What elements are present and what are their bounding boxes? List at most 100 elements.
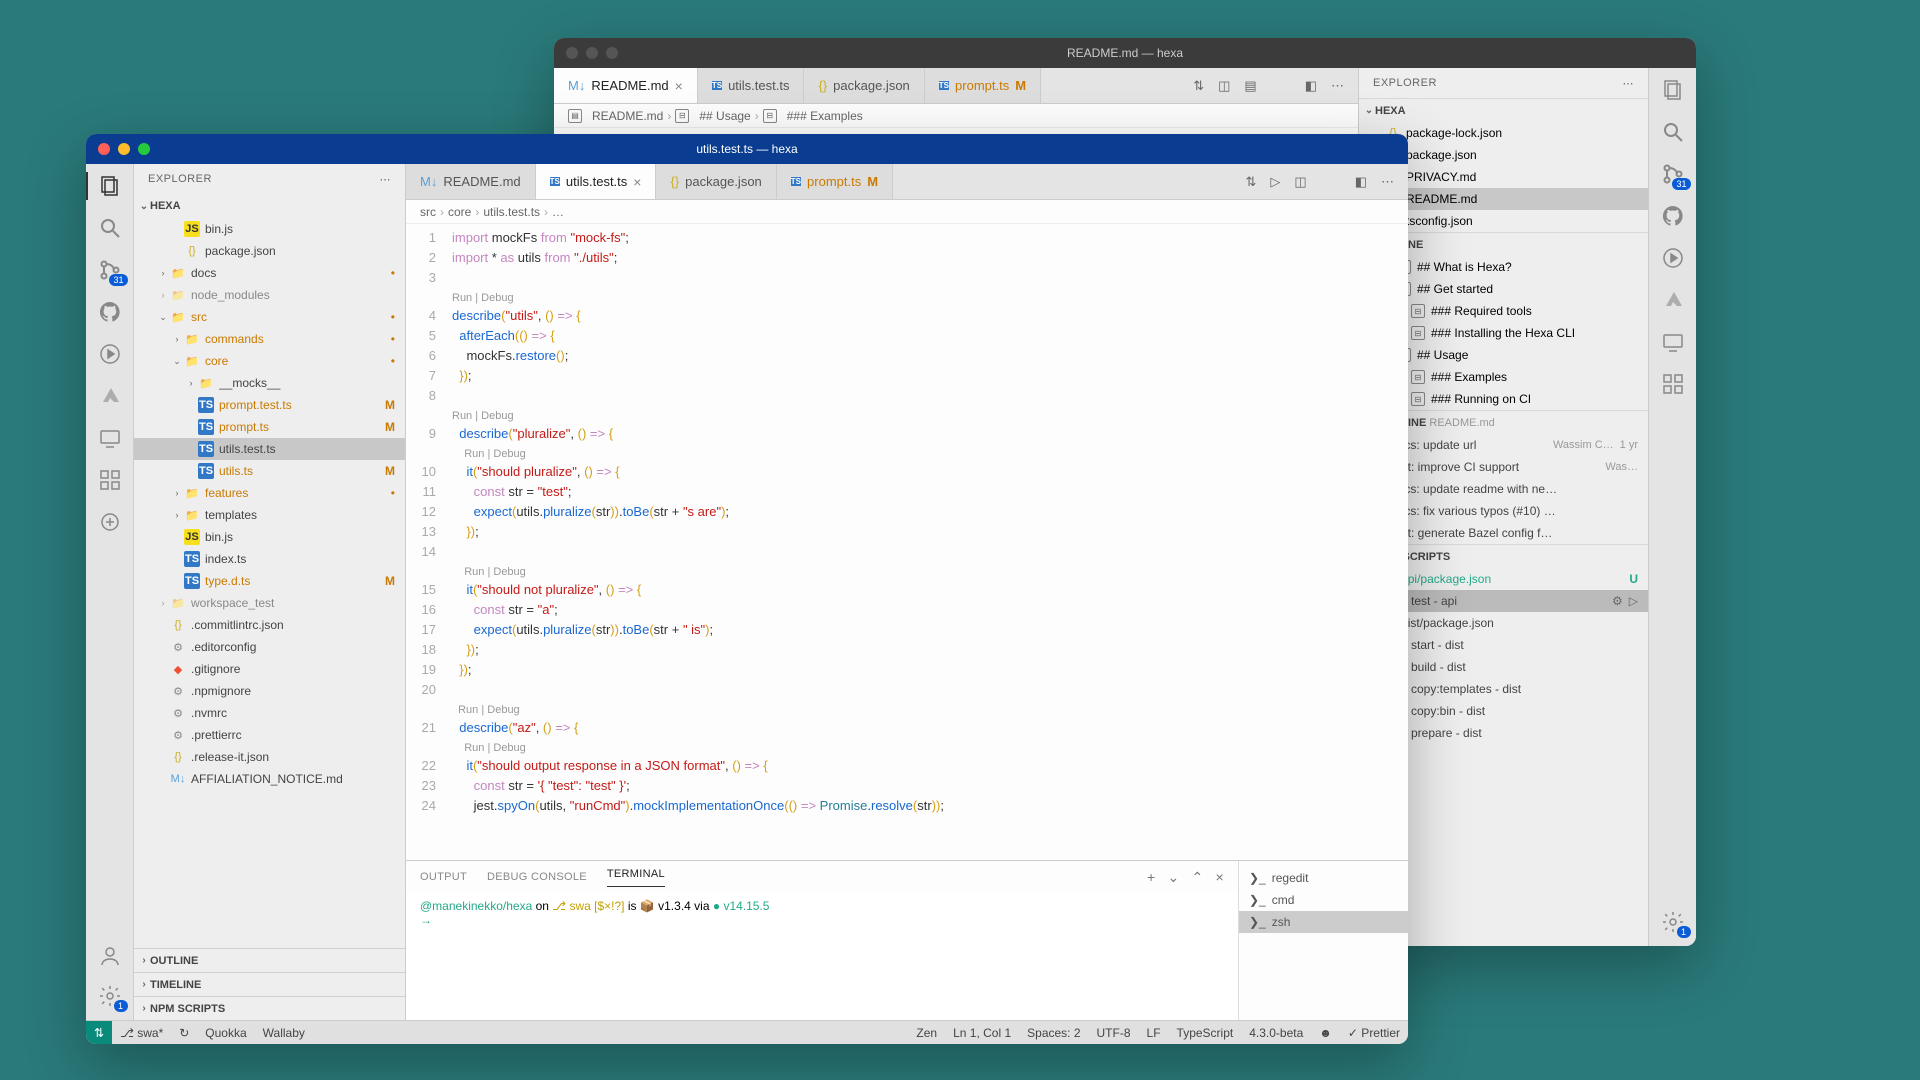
- remote-icon[interactable]: [1661, 330, 1685, 354]
- terminal-cmd[interactable]: ❯_cmd: [1239, 889, 1408, 911]
- code-lens[interactable]: Run | Debug: [452, 444, 1408, 462]
- tab-actions[interactable]: ⇅ ◫ ▤ ◧ ⋯: [1179, 68, 1358, 103]
- debug-icon[interactable]: [98, 342, 122, 366]
- sb-feedback[interactable]: ☻: [1311, 1021, 1340, 1044]
- github-icon[interactable]: [1661, 204, 1685, 228]
- tab-README-md[interactable]: M↓README.md×: [554, 68, 698, 103]
- close-tab-icon[interactable]: ×: [675, 78, 683, 94]
- sb-sync[interactable]: ↻: [171, 1021, 197, 1044]
- tree-item[interactable]: ›📁docs: [134, 262, 405, 284]
- tree-item[interactable]: ⌄📁core: [134, 350, 405, 372]
- code-lens[interactable]: Run | Debug: [452, 738, 1408, 756]
- account-icon[interactable]: [98, 944, 122, 968]
- crumb[interactable]: core: [448, 205, 471, 219]
- maximize-icon[interactable]: ⌃: [1191, 869, 1203, 886]
- tree-item[interactable]: JSbin.js: [134, 526, 405, 548]
- debug-icon[interactable]: [1661, 246, 1685, 270]
- back-breadcrumb[interactable]: ▤README.md›⊟## Usage›⊟### Examples: [554, 104, 1358, 128]
- tab-prompt-ts[interactable]: TSprompt.tsM: [925, 68, 1041, 103]
- tree-item[interactable]: ⚙.prettierrc: [134, 724, 405, 746]
- sb-spaces[interactable]: Spaces: 2: [1019, 1021, 1088, 1044]
- terminal-body[interactable]: @manekinekko/hexa on ⎇ swa [$×!?] is 📦 v…: [406, 893, 1238, 1020]
- scm-icon[interactable]: 31: [98, 258, 122, 282]
- split-icon[interactable]: ◫: [1218, 78, 1230, 94]
- panel-tab-terminal[interactable]: TERMINAL: [607, 868, 665, 887]
- close-icon[interactable]: [98, 143, 110, 155]
- sb-ts-version[interactable]: 4.3.0-beta: [1241, 1021, 1311, 1044]
- code-lens[interactable]: Run | Debug: [452, 288, 1408, 306]
- crumb[interactable]: src: [420, 205, 436, 219]
- tab-utils-test-ts[interactable]: TSutils.test.ts: [698, 68, 805, 103]
- minimize-icon[interactable]: [118, 143, 130, 155]
- tree-item[interactable]: {}.release-it.json: [134, 746, 405, 768]
- tree-item[interactable]: JSbin.js: [134, 218, 405, 240]
- search-icon[interactable]: [1661, 120, 1685, 144]
- section-outline[interactable]: ›OUTLINE: [134, 948, 405, 972]
- sb-wallaby[interactable]: Wallaby: [255, 1021, 313, 1044]
- window-controls[interactable]: [566, 47, 618, 59]
- tree-item[interactable]: TStype.d.tsM: [134, 570, 405, 592]
- section-npm[interactable]: ›NPM SCRIPTS: [134, 996, 405, 1020]
- code-editor[interactable]: 123 45678 9 1011121314 151617181920 21 2…: [406, 224, 1408, 860]
- crumb[interactable]: ## Usage: [699, 109, 750, 123]
- tab-utils-test-ts[interactable]: TSutils.test.ts×: [536, 164, 657, 199]
- tree-item[interactable]: ›📁node_modules: [134, 284, 405, 306]
- more-icon[interactable]: ⋯: [1381, 174, 1394, 190]
- tree-item[interactable]: ›📁templates: [134, 504, 405, 526]
- tree-item[interactable]: {}package.json: [134, 240, 405, 262]
- terminal-zsh[interactable]: ❯_zsh: [1239, 911, 1408, 933]
- tab-actions[interactable]: ⇅ ▷ ◫ ◧ ⋯: [1232, 164, 1409, 199]
- tree-item[interactable]: ⌄📁src: [134, 306, 405, 328]
- crumb[interactable]: …: [552, 205, 564, 219]
- tab-README-md[interactable]: M↓README.md: [406, 164, 536, 199]
- tree-item[interactable]: TSprompt.tsM: [134, 416, 405, 438]
- live-icon[interactable]: [98, 510, 122, 534]
- extensions-icon[interactable]: [98, 468, 122, 492]
- titlebar[interactable]: utils.test.ts — hexa: [86, 134, 1408, 164]
- scm-icon[interactable]: 31: [1661, 162, 1685, 186]
- files-icon[interactable]: [1661, 78, 1685, 102]
- new-terminal-icon[interactable]: +: [1147, 869, 1155, 886]
- compare-icon[interactable]: ⇅: [1246, 174, 1257, 190]
- extensions-icon[interactable]: [1661, 372, 1685, 396]
- tree-item[interactable]: TSprompt.test.tsM: [134, 394, 405, 416]
- tree-item[interactable]: ⚙.npmignore: [134, 680, 405, 702]
- github-icon[interactable]: [98, 300, 122, 324]
- tree-item[interactable]: ›📁features: [134, 482, 405, 504]
- tree-item[interactable]: {}.commitlintrc.json: [134, 614, 405, 636]
- section-timeline[interactable]: ›TIMELINE: [134, 972, 405, 996]
- code-lens[interactable]: Run | Debug: [452, 562, 1408, 580]
- split-icon[interactable]: ◫: [1294, 174, 1306, 190]
- close-tab-icon[interactable]: ×: [633, 174, 641, 190]
- azure-icon[interactable]: [98, 384, 122, 408]
- debug-icon[interactable]: ⚙: [1612, 594, 1623, 608]
- crumb[interactable]: ### Examples: [787, 109, 863, 123]
- tree-item[interactable]: ›📁__mocks__: [134, 372, 405, 394]
- tree-item[interactable]: ›📁commands: [134, 328, 405, 350]
- preview-icon[interactable]: ▤: [1244, 78, 1256, 94]
- tree-item[interactable]: ›📁workspace_test: [134, 592, 405, 614]
- sb-branch[interactable]: ⎇ swa*: [112, 1021, 171, 1044]
- split-right-icon[interactable]: ◧: [1305, 78, 1317, 94]
- settings-icon[interactable]: 1: [1661, 910, 1685, 934]
- sb-encoding[interactable]: UTF-8: [1089, 1021, 1139, 1044]
- titlebar[interactable]: README.md — hexa: [554, 38, 1696, 68]
- tab-package-json[interactable]: {}package.json: [656, 164, 776, 199]
- tab-prompt-ts[interactable]: TSprompt.tsM: [777, 164, 893, 199]
- crumb[interactable]: utils.test.ts: [483, 205, 540, 219]
- compare-icon[interactable]: ⇅: [1193, 78, 1204, 94]
- run-icon[interactable]: ▷: [1629, 594, 1638, 608]
- sb-prettier[interactable]: ✓ Prettier: [1340, 1021, 1408, 1044]
- code-lens[interactable]: Run | Debug: [452, 700, 1408, 718]
- sb-remote[interactable]: ⇅: [86, 1021, 112, 1044]
- crumb[interactable]: README.md: [592, 109, 663, 123]
- panel-tab-debug console[interactable]: DEBUG CONSOLE: [487, 871, 587, 883]
- tree-item[interactable]: TSutils.test.ts: [134, 438, 405, 460]
- code-lens[interactable]: Run | Debug: [452, 406, 1408, 424]
- sb-quokka[interactable]: Quokka: [197, 1021, 254, 1044]
- tree-item[interactable]: ◆.gitignore: [134, 658, 405, 680]
- section-hexa[interactable]: ⌄HEXA: [134, 194, 405, 218]
- section-hexa[interactable]: ⌄HEXA: [1359, 98, 1648, 122]
- breadcrumb[interactable]: src›core›utils.test.ts›…: [406, 200, 1408, 224]
- sb-eol[interactable]: LF: [1139, 1021, 1169, 1044]
